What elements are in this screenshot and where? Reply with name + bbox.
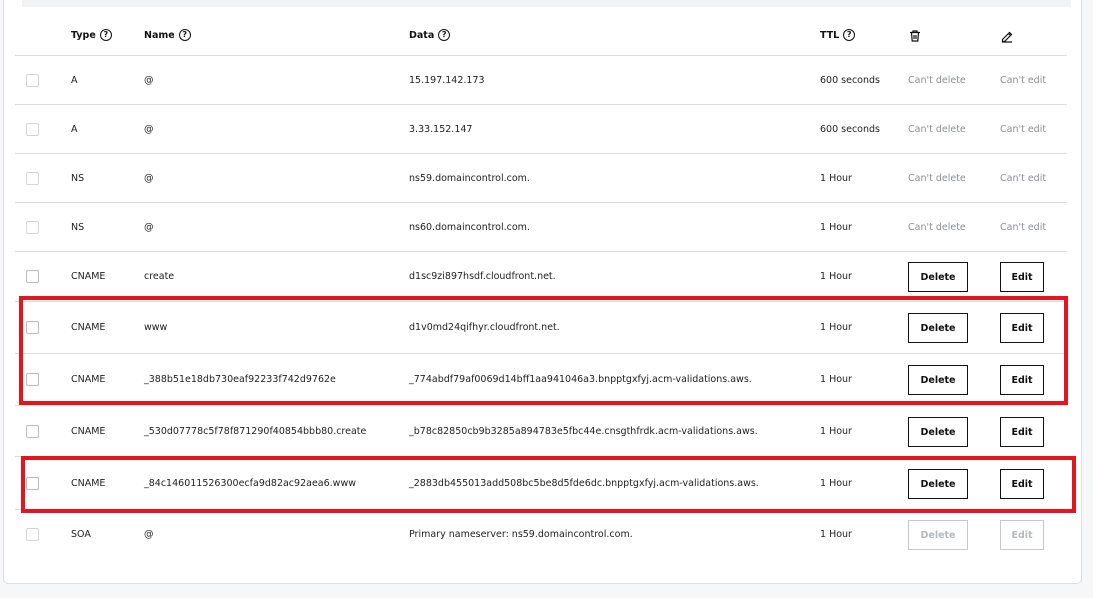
edit-button: Edit — [1000, 520, 1044, 550]
record-ttl: 1 Hour — [820, 173, 852, 184]
cant-edit-label: Can't edit — [1000, 173, 1047, 184]
record-ttl: 1 Hour — [820, 271, 852, 282]
header-type: Type ? — [71, 29, 112, 41]
record-name: _388b51e18db730eaf92233f742d9762e — [144, 374, 336, 385]
row-checkbox[interactable] — [26, 123, 39, 136]
table-row: A @15.197.142.173 600 seconds Can't delete C… — [15, 56, 1067, 105]
table-row: SOA @ Primary nameserver: ns59.domaincontr… — [15, 510, 1067, 559]
record-type: A — [71, 75, 78, 86]
table-row: CNAME www d1v0md24qifhyr.cloudfront.net. 1 … — [15, 302, 1067, 354]
row-checkbox[interactable] — [26, 321, 39, 334]
row-checkbox[interactable] — [26, 528, 39, 541]
record-data: ns60.domaincontrol.com. — [409, 222, 530, 233]
help-icon[interactable]: ? — [99, 29, 112, 41]
record-ttl: 600 seconds — [820, 75, 880, 86]
header-name-label: Name — [144, 29, 175, 41]
record-ttl: 1 Hour — [820, 222, 852, 233]
record-name: www — [144, 322, 168, 333]
record-ttl: 1 Hour — [820, 374, 852, 385]
help-icon[interactable]: ? — [843, 29, 856, 41]
row-checkbox[interactable] — [26, 270, 39, 283]
cant-delete-label: Can't delete — [908, 75, 966, 86]
table-row: CNAME _530d07778c5f78f871290f40854bbb80.c… — [15, 406, 1067, 457]
row-checkbox[interactable] — [26, 172, 39, 185]
delete-button[interactable]: Delete — [908, 469, 968, 499]
table-row: CNAME _388b51e18db730eaf92233f742d9762e _7… — [15, 354, 1067, 406]
edit-button[interactable]: Edit — [1000, 417, 1044, 447]
table-row: NS @ ns59.domaincontrol.com. 1 Hour Can't de… — [15, 154, 1067, 203]
record-type: CNAME — [71, 271, 106, 282]
delete-button[interactable]: Delete — [908, 365, 968, 395]
record-data: d1v0md24qifhyr.cloudfront.net. — [409, 322, 560, 333]
help-icon[interactable]: ? — [178, 29, 191, 41]
record-data: _774abdf79af0069d14bff1aa941046a3.bnpptg… — [409, 374, 752, 385]
row-checkbox[interactable] — [26, 373, 39, 386]
edit-button[interactable]: Edit — [1000, 313, 1044, 343]
header-data-label: Data — [409, 29, 435, 41]
delete-button[interactable]: Delete — [908, 262, 968, 292]
record-name: _84c146011526300ecfa9d82ac92aea6.www — [144, 478, 356, 489]
row-checkbox[interactable] — [26, 425, 39, 438]
record-name: @ — [144, 124, 154, 135]
record-data: _2883db455013add508bc5be8d5fde6dc.bnpptg… — [409, 478, 759, 489]
help-icon[interactable]: ? — [438, 29, 451, 41]
table-row: CNAME _84c146011526300ecfa9d82ac92aea6.ww… — [15, 457, 1067, 510]
record-data: 3.33.152.147 — [409, 124, 473, 135]
record-ttl: 1 Hour — [820, 426, 852, 437]
cant-delete-label: Can't delete — [908, 124, 966, 135]
row-checkbox[interactable] — [26, 477, 39, 490]
cant-delete-label: Can't delete — [908, 222, 966, 233]
header-ttl-label: TTL — [820, 29, 840, 41]
record-name: @ — [144, 222, 154, 233]
table-row: A @3.33.152.147 600 seconds Can't delete Can… — [15, 105, 1067, 154]
row-checkbox[interactable] — [26, 74, 39, 87]
record-ttl: 600 seconds — [820, 124, 880, 135]
edit-button[interactable]: Edit — [1000, 365, 1044, 395]
pencil-icon — [1000, 28, 1014, 47]
record-name: create — [144, 271, 175, 282]
table-header: Type ? Name ? Data ? TTL ? — [15, 18, 1067, 56]
delete-button[interactable]: Delete — [908, 417, 968, 447]
edit-button[interactable]: Edit — [1000, 262, 1044, 292]
row-checkbox[interactable] — [26, 221, 39, 234]
record-type: NS — [71, 222, 85, 233]
record-ttl: 1 Hour — [820, 529, 852, 540]
delete-button: Delete — [908, 520, 968, 550]
header-data: Data ? — [409, 29, 451, 41]
record-type: CNAME — [71, 478, 106, 489]
header-ttl: TTL ? — [820, 29, 856, 41]
record-data: 15.197.142.173 — [409, 75, 485, 86]
trash-icon — [908, 28, 922, 47]
record-data: d1sc9zi897hsdf.cloudfront.net. — [409, 271, 556, 282]
record-type: CNAME — [71, 374, 106, 385]
cant-edit-label: Can't edit — [1000, 124, 1047, 135]
record-name: @ — [144, 75, 154, 86]
record-type: NS — [71, 173, 85, 184]
header-name: Name ? — [144, 29, 191, 41]
record-name: @ — [144, 529, 154, 540]
record-type: CNAME — [71, 322, 106, 333]
record-data: Primary nameserver: ns59.domaincontrol.c… — [409, 529, 633, 540]
record-data: _b78c82850cb9b3285a894783e5fbc44e.cnsgth… — [409, 426, 758, 437]
card-top-strip — [22, 0, 1071, 7]
record-name: @ — [144, 173, 154, 184]
record-type: A — [71, 124, 78, 135]
record-data: ns59.domaincontrol.com. — [409, 173, 530, 184]
cant-edit-label: Can't edit — [1000, 222, 1047, 233]
cant-edit-label: Can't edit — [1000, 75, 1047, 86]
record-ttl: 1 Hour — [820, 478, 852, 489]
record-name: _530d07778c5f78f871290f40854bbb80.create — [144, 426, 367, 437]
table-row: NS @ ns60.domaincontrol.com. 1 Hour Can't de… — [15, 203, 1067, 252]
record-type: CNAME — [71, 426, 106, 437]
cant-delete-label: Can't delete — [908, 173, 966, 184]
header-type-label: Type — [71, 29, 96, 41]
record-type: SOA — [71, 529, 91, 540]
delete-button[interactable]: Delete — [908, 313, 968, 343]
record-ttl: 1 Hour — [820, 322, 852, 333]
edit-button[interactable]: Edit — [1000, 469, 1044, 499]
table-row: CNAME create d1sc9zi897hsdf.cloudfront.net… — [15, 252, 1067, 302]
